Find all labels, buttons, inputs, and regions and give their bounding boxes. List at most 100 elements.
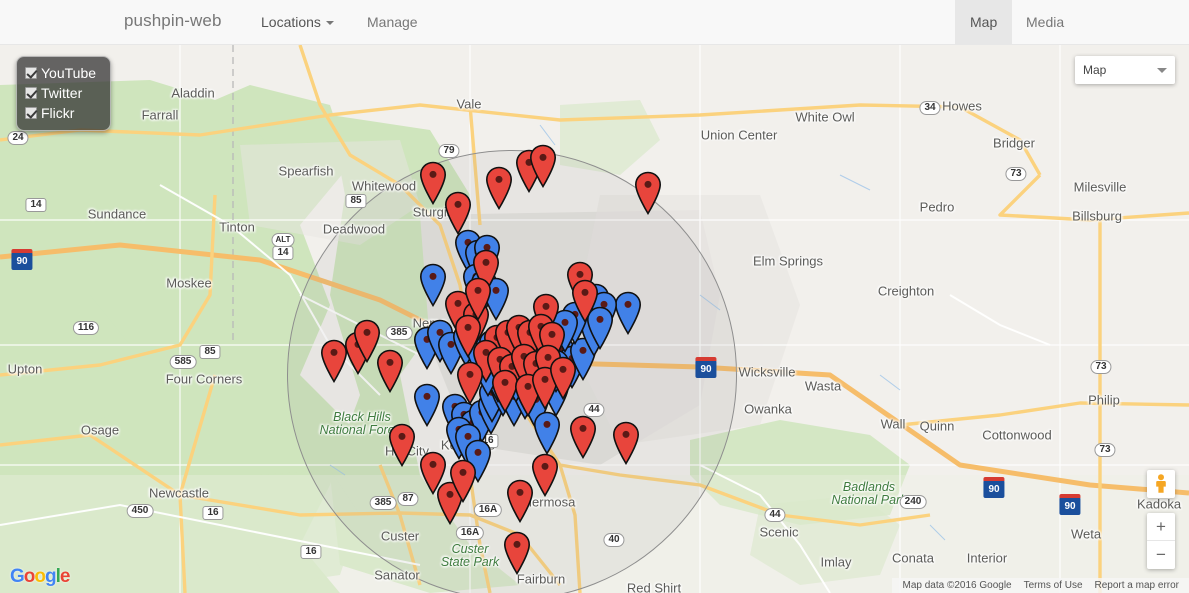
highway-shield: 16A: [455, 526, 485, 540]
checkbox-twitter[interactable]: [25, 87, 37, 99]
highway-shield: 16: [202, 506, 224, 520]
highway-shield: 16: [300, 545, 322, 559]
zoom-controls[interactable]: + −: [1147, 513, 1175, 569]
map-marker-red[interactable]: [549, 356, 577, 400]
highway-shield: 16A: [473, 503, 503, 517]
layer-label-flickr[interactable]: Flickr: [41, 105, 74, 121]
top-navbar: pushpin-web Locations Manage Map Media: [0, 0, 1189, 45]
layer-label-twitter[interactable]: Twitter: [41, 85, 82, 101]
place-label: Farrall: [141, 107, 179, 123]
highway-shield: 90: [1059, 494, 1081, 515]
place-label: Weta: [1070, 526, 1102, 542]
highway-shield: 79: [438, 144, 460, 158]
map-marker-red[interactable]: [506, 479, 534, 523]
nav-locations-label: Locations: [261, 14, 321, 30]
google-logo-letter: G: [10, 566, 25, 587]
place-label: Sanator: [374, 567, 420, 583]
map-marker-red[interactable]: [444, 191, 472, 235]
checkbox-flickr[interactable]: [25, 107, 37, 119]
zoom-in-button[interactable]: +: [1147, 513, 1175, 541]
place-label: Billsburg: [1072, 208, 1122, 224]
place-label: Creighton: [877, 283, 935, 299]
place-label: Interior: [966, 550, 1008, 566]
map-marker-blue[interactable]: [614, 291, 642, 335]
highway-shield: 73: [1005, 167, 1027, 181]
map-marker-blue[interactable]: [413, 383, 441, 427]
map-marker-red[interactable]: [634, 171, 662, 215]
map-marker-red[interactable]: [449, 459, 477, 503]
highway-shield: 90: [983, 477, 1005, 498]
street-view-pegman-icon[interactable]: [1147, 470, 1175, 498]
layer-row-twitter[interactable]: Twitter: [25, 83, 96, 103]
layer-row-flickr[interactable]: Flickr: [25, 103, 96, 123]
highway-shield: 90: [11, 249, 33, 270]
highway-shield: 73: [1094, 443, 1116, 457]
map-marker-red[interactable]: [571, 279, 599, 323]
google-logo-letter: o: [34, 566, 46, 587]
brand-logo[interactable]: pushpin-web: [124, 11, 222, 31]
map-marker-red[interactable]: [376, 349, 404, 393]
nav-item-locations[interactable]: Locations: [246, 0, 349, 44]
map-marker-red[interactable]: [388, 423, 416, 467]
checkbox-youtube[interactable]: [25, 67, 37, 79]
layer-label-youtube[interactable]: YouTube: [41, 65, 96, 81]
highway-shield: 385: [385, 326, 413, 340]
map-data-credit: Map data ©2016 Google: [902, 580, 1012, 591]
map-attribution-bar: Map data ©2016 Google Terms of Use Repor…: [892, 578, 1189, 593]
map-marker-red[interactable]: [612, 421, 640, 465]
place-label: Deadwood: [322, 221, 386, 237]
highway-shield: 14: [272, 246, 294, 260]
place-label: Spearfish: [278, 163, 334, 179]
highway-shield: 44: [764, 508, 786, 522]
maptype-dropdown-button[interactable]: Map: [1075, 56, 1175, 84]
layer-row-youtube[interactable]: YouTube: [25, 63, 96, 83]
place-label: Union Center: [700, 127, 778, 143]
map-marker-red[interactable]: [503, 531, 531, 575]
highway-shield: 40: [603, 533, 625, 547]
google-logo-letter: e: [59, 566, 71, 587]
place-label: Milesville: [1073, 179, 1127, 195]
map-marker-red[interactable]: [485, 166, 513, 210]
highway-shield: 90: [695, 357, 717, 378]
place-label: Osage: [80, 422, 120, 438]
map-marker-red[interactable]: [569, 415, 597, 459]
place-label: Wall: [880, 416, 906, 432]
place-label: Scenic: [759, 524, 799, 540]
map-marker-blue[interactable]: [419, 263, 447, 307]
park-label: Badlands National Park: [831, 480, 907, 507]
map-marker-red[interactable]: [454, 314, 482, 358]
place-label: Four Corners: [165, 371, 243, 387]
place-label: Conata: [892, 550, 934, 566]
place-label: Imlay: [820, 554, 852, 570]
google-logo: Google: [10, 566, 71, 588]
place-label: Quinn: [919, 418, 955, 434]
map-marker-red[interactable]: [419, 161, 447, 205]
map-marker-red[interactable]: [456, 361, 484, 405]
terms-of-use-link[interactable]: Terms of Use: [1018, 580, 1089, 591]
zoom-out-button[interactable]: −: [1147, 541, 1175, 569]
chevron-down-icon: [1157, 67, 1167, 73]
report-map-error-link[interactable]: Report a map error: [1089, 580, 1185, 591]
park-label: Custer State Park: [440, 542, 500, 569]
nav-item-manage[interactable]: Manage: [352, 0, 433, 44]
map-marker-red[interactable]: [529, 144, 557, 188]
place-label: Whitewood: [351, 178, 417, 194]
google-logo-letter: o: [23, 566, 36, 587]
pegman-glyph: [1156, 474, 1166, 493]
place-label: Elm Springs: [752, 253, 824, 269]
map-marker-blue[interactable]: [533, 411, 561, 455]
place-label: Howes: [942, 98, 982, 114]
place-label: Wasta: [804, 378, 842, 394]
place-label: Tinton: [219, 219, 255, 235]
highway-shield: 385: [369, 496, 397, 510]
tab-map[interactable]: Map: [955, 0, 1013, 44]
place-label: Wicksville: [738, 364, 796, 380]
layer-filter-panel[interactable]: YouTube Twitter Flickr: [16, 56, 112, 131]
tab-media[interactable]: Media: [1011, 0, 1079, 44]
map-marker-red[interactable]: [531, 453, 559, 497]
place-label: Red Shirt: [626, 580, 682, 593]
place-label: White Owl: [795, 109, 855, 125]
place-label: Philip: [1088, 392, 1120, 408]
map-viewport[interactable]: Aladdin Farrall Vale White Owl Howes Bridger U…: [0, 45, 1189, 593]
place-label: Owanka: [744, 401, 792, 417]
